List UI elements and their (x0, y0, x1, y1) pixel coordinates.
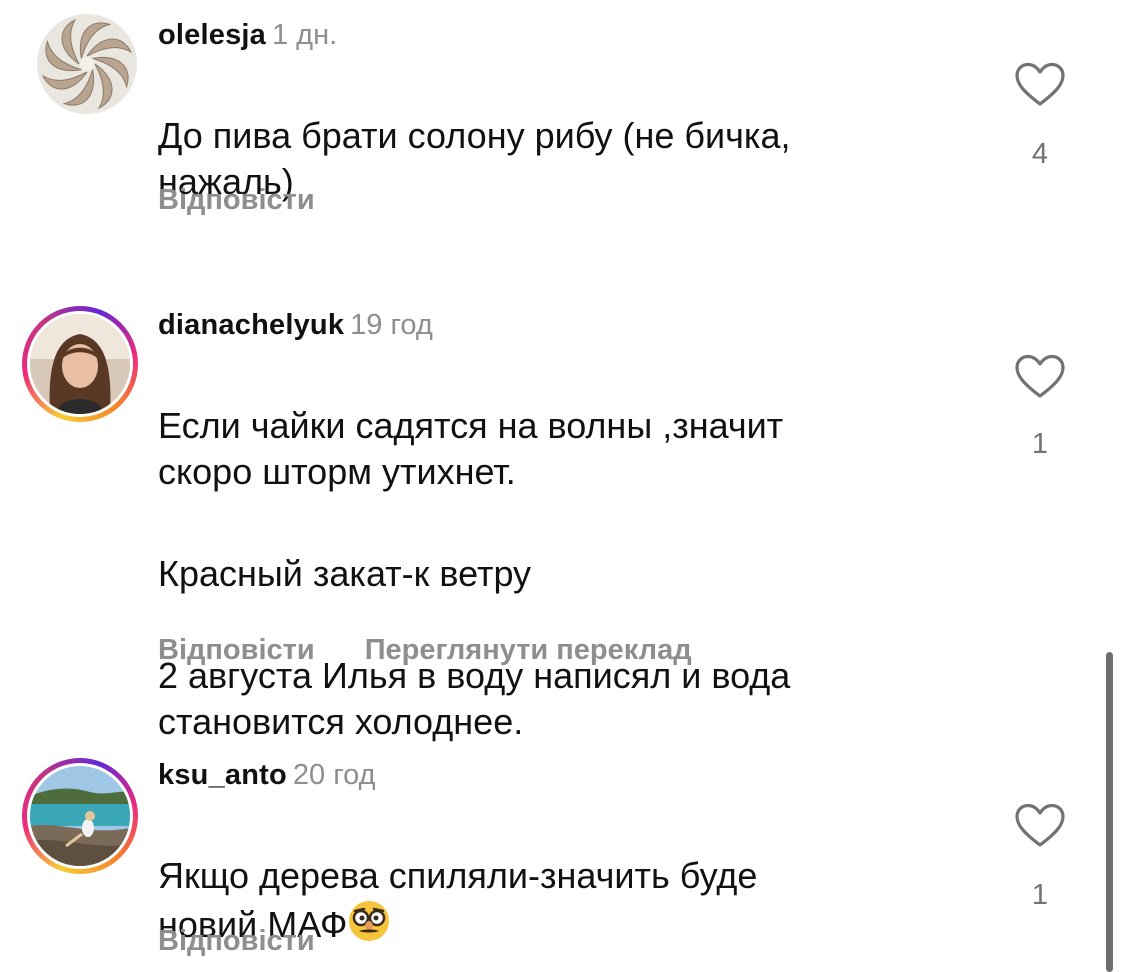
comment-meta: olelesja 1 дн. (158, 17, 337, 53)
spiral-pattern-avatar-icon (37, 14, 137, 114)
like-count: 1 (1031, 879, 1049, 911)
portrait-photo-avatar-icon (30, 314, 130, 414)
username[interactable]: olelesja (158, 19, 266, 51)
like-control: 1 (1012, 803, 1068, 911)
like-control: 4 (1012, 62, 1068, 170)
username[interactable]: ksu_anto (158, 759, 287, 791)
comment-text-line: Если чайки садятся на волны ,значит скор… (158, 405, 784, 492)
beach-photo-avatar-icon (30, 766, 130, 866)
timestamp: 19 год (350, 309, 433, 341)
comment-actions: Відповісти Переглянути переклад (158, 632, 692, 668)
username[interactable]: dianachelyuk (158, 309, 344, 341)
like-count: 4 (1031, 138, 1049, 170)
heart-icon[interactable] (1014, 62, 1066, 108)
heart-icon[interactable] (1014, 803, 1066, 849)
reply-button[interactable]: Відповісти (158, 634, 315, 666)
like-control: 1 (1012, 354, 1068, 460)
comment-actions: Відповісти (158, 182, 315, 218)
scrollbar[interactable] (1106, 652, 1113, 972)
comment-text: Если чайки садятся на волны ,значит скор… (158, 357, 790, 791)
heart-icon[interactable] (1014, 354, 1066, 400)
like-count: 1 (1031, 428, 1049, 460)
avatar (30, 314, 130, 414)
comment-actions: Відповісти (158, 923, 315, 959)
story-ring[interactable] (22, 758, 138, 874)
see-translation-button[interactable]: Переглянути переклад (365, 634, 692, 666)
reply-button[interactable]: Відповісти (158, 925, 315, 957)
comment-text-line: Красный закат-к ветру (158, 553, 532, 594)
avatar (30, 766, 130, 866)
comment-text: До пива брати солону рибу (не бичка, наж… (158, 67, 790, 251)
comment-meta: ksu_anto 20 год (158, 757, 376, 793)
reply-button[interactable]: Відповісти (158, 184, 315, 216)
story-ring[interactable] (22, 306, 138, 422)
timestamp: 20 год (292, 759, 376, 791)
disguised-face-emoji-icon (349, 901, 390, 941)
timestamp: 1 дн. (272, 19, 338, 51)
avatar[interactable] (37, 14, 137, 114)
comment-meta: dianachelyuk 19 год (158, 307, 433, 343)
